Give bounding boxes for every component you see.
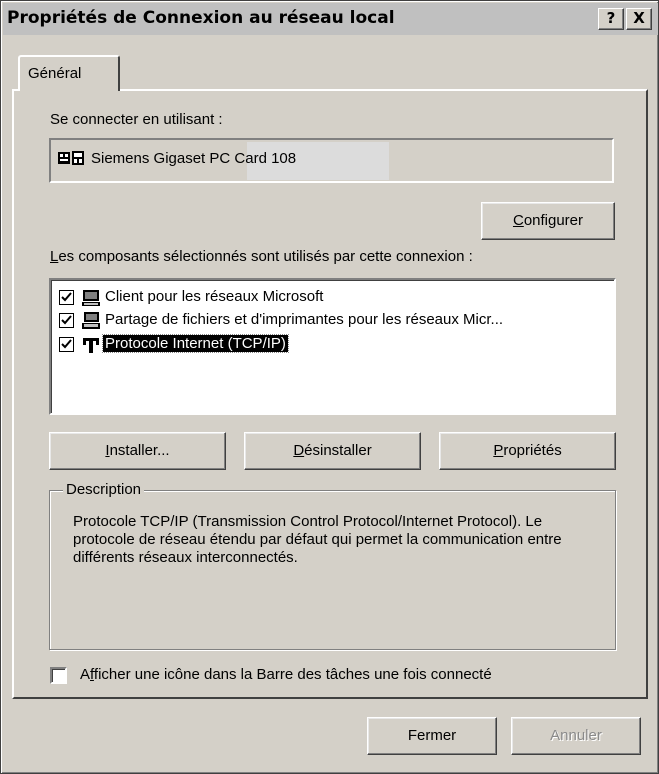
tab-general[interactable]: Général xyxy=(18,55,120,91)
show-icon-checkbox[interactable] xyxy=(50,667,67,684)
uninstall-button[interactable]: Désinstaller xyxy=(244,432,421,470)
properties-button[interactable]: Propriétés xyxy=(439,432,616,470)
close-button[interactable]: X xyxy=(626,8,652,30)
network-client-icon xyxy=(81,288,101,312)
help-button[interactable]: ? xyxy=(598,8,624,30)
description-text: Protocole TCP/IP (Transmission Control P… xyxy=(73,513,562,566)
connect-using-label: Se connecter en utilisant : xyxy=(50,111,223,128)
properties-dialog: Propriétés de Connexion au réseau local … xyxy=(0,0,659,774)
description-title: Description xyxy=(63,481,145,498)
close-dialog-button[interactable]: Fermer xyxy=(367,717,497,755)
network-adapter-icon xyxy=(57,148,85,174)
show-icon-label[interactable]: Afficher une icône dans la Barre des tâc… xyxy=(80,666,492,683)
device-field: Siemens Gigaset PC Card 108 xyxy=(49,138,614,183)
configure-button[interactable]: Configurer xyxy=(481,202,615,240)
file-printer-sharing-icon xyxy=(81,311,101,335)
install-button[interactable]: Installer... xyxy=(49,432,226,470)
protocol-icon xyxy=(81,335,101,359)
components-list[interactable]: Client pour les réseaux Microsoft Partag… xyxy=(49,278,616,415)
cancel-button[interactable]: Annuler xyxy=(511,717,641,755)
tab-general-label: Général xyxy=(28,65,82,82)
component-checkbox[interactable] xyxy=(59,290,74,305)
component-checkbox[interactable] xyxy=(59,313,74,328)
components-label: Les composants sélectionnés sont utilisé… xyxy=(50,248,473,265)
title-bar[interactable]: Propriétés de Connexion au réseau local … xyxy=(3,3,658,35)
window-title: Propriétés de Connexion au réseau local xyxy=(7,8,395,28)
device-name: Siemens Gigaset PC Card 108 xyxy=(91,150,297,167)
component-checkbox[interactable] xyxy=(59,337,74,352)
